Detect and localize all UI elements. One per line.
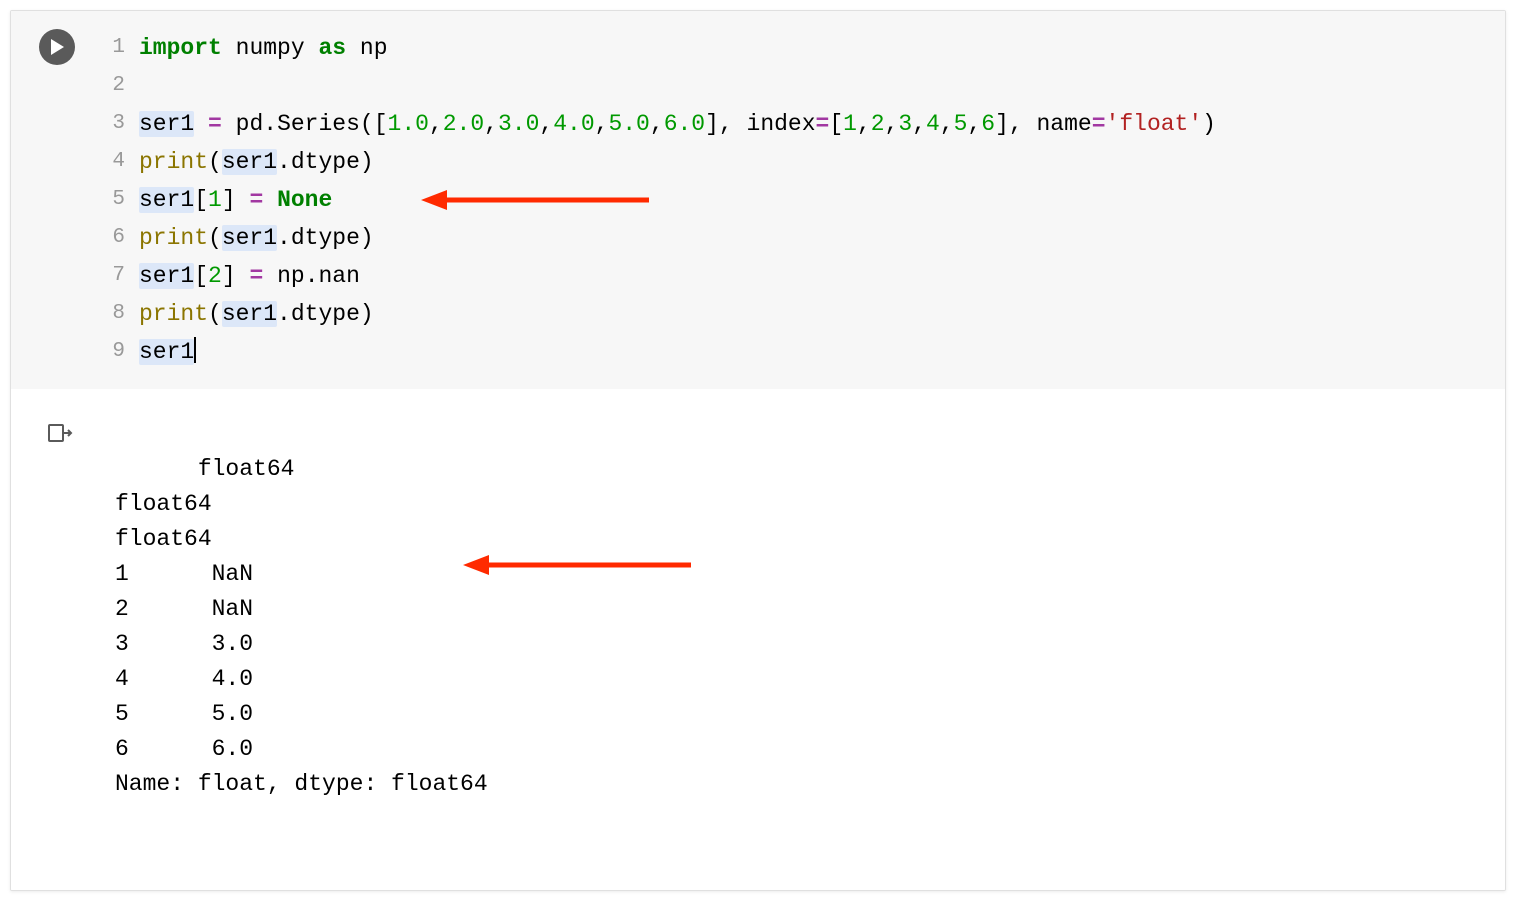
line-content [139, 67, 1485, 105]
annotation-arrow-output [351, 515, 701, 627]
line-number: 9 [101, 333, 139, 371]
code-line: 9ser1 [101, 333, 1485, 371]
line-number: 3 [101, 105, 139, 143]
line-content: ser1[1] = None [139, 181, 1485, 219]
line-content: import numpy as np [139, 29, 1485, 67]
notebook-cell: 1import numpy as np23ser1 = pd.Series([1… [10, 10, 1506, 891]
output-text: float64 float64 float64 1 NaN 2 NaN 3 3.… [101, 417, 1505, 872]
run-button[interactable] [39, 29, 75, 65]
code-editor[interactable]: 1import numpy as np23ser1 = pd.Series([1… [101, 11, 1505, 389]
line-number: 2 [101, 67, 139, 105]
text-cursor [194, 337, 196, 363]
line-content: print(ser1.dtype) [139, 143, 1485, 181]
code-line: 6print(ser1.dtype) [101, 219, 1485, 257]
play-icon [49, 38, 65, 56]
code-line: 2 [101, 67, 1485, 105]
code-line: 1import numpy as np [101, 29, 1485, 67]
output-expand-icon[interactable] [47, 421, 101, 449]
line-number: 7 [101, 257, 139, 295]
line-content: print(ser1.dtype) [139, 219, 1485, 257]
code-line: 5ser1[1] = None [101, 181, 1485, 219]
line-content: print(ser1.dtype) [139, 295, 1485, 333]
line-content: ser1 [139, 333, 1485, 371]
line-content: ser1 = pd.Series([1.0,2.0,3.0,4.0,5.0,6.… [139, 105, 1485, 143]
line-number: 1 [101, 29, 139, 67]
code-line: 3ser1 = pd.Series([1.0,2.0,3.0,4.0,5.0,6… [101, 105, 1485, 143]
code-line: 8print(ser1.dtype) [101, 295, 1485, 333]
line-number: 5 [101, 181, 139, 219]
line-content: ser1[2] = np.nan [139, 257, 1485, 295]
output-cell: float64 float64 float64 1 NaN 2 NaN 3 3.… [11, 389, 1505, 890]
line-number: 8 [101, 295, 139, 333]
code-line: 7ser1[2] = np.nan [101, 257, 1485, 295]
code-line: 4print(ser1.dtype) [101, 143, 1485, 181]
code-gutter [11, 11, 101, 389]
code-cell: 1import numpy as np23ser1 = pd.Series([1… [11, 11, 1505, 389]
line-number: 4 [101, 143, 139, 181]
output-gutter [11, 417, 101, 872]
line-number: 6 [101, 219, 139, 257]
